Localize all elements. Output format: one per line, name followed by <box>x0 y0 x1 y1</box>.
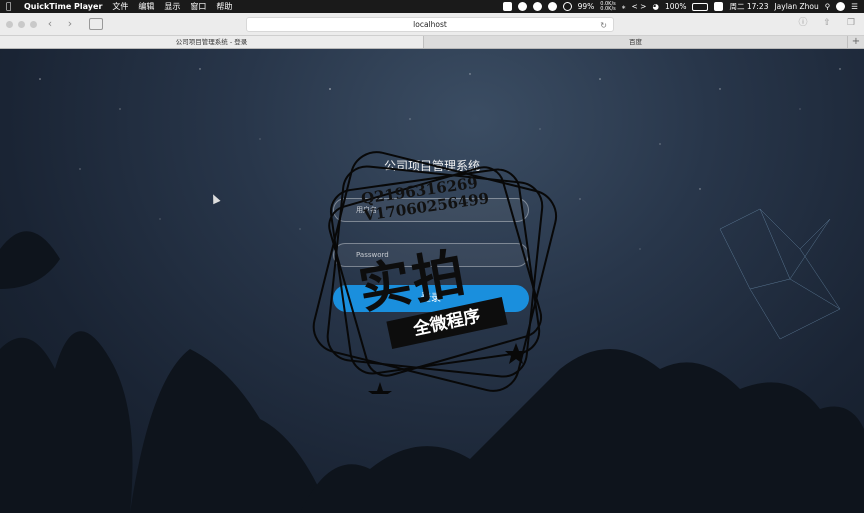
sidebar-toggle-icon[interactable] <box>89 18 103 30</box>
new-tab-icon[interactable]: + <box>848 36 864 48</box>
spotlight-icon[interactable]: ⚲ <box>825 2 831 11</box>
forward-icon[interactable]: › <box>63 17 77 31</box>
tab-login[interactable]: 公司项目管理系统 - 登录 <box>0 36 424 48</box>
system-menubar:  QuickTime Player 文件 编辑 显示 窗口 帮助 99% 0.… <box>0 0 864 13</box>
browser-toolbar: ‹ › localhost ↻ ⓘ ⇧ ❐ <box>0 13 864 36</box>
sync-icon[interactable] <box>714 2 724 11</box>
circle-icon[interactable] <box>562 2 572 11</box>
qq-icon[interactable] <box>532 2 542 11</box>
back-icon[interactable]: ‹ <box>43 17 57 31</box>
code-icon[interactable]: < > <box>632 2 647 11</box>
menu-view[interactable]: 显示 <box>164 1 180 12</box>
tab-baidu[interactable]: 百度 <box>424 36 848 48</box>
app-name-menu[interactable]: QuickTime Player <box>24 2 102 11</box>
zoom-window-icon[interactable] <box>30 20 37 28</box>
status-area: 99% 0.0K/s 0.0K/s ⁎ < > ◕ 100% 周二 17:23 … <box>502 1 858 12</box>
page-title: 公司项目管理系统 <box>383 159 480 173</box>
menu-window[interactable]: 窗口 <box>190 1 206 12</box>
apple-icon[interactable]:  <box>6 2 18 12</box>
address-bar[interactable]: localhost ↻ <box>246 17 614 32</box>
menu-file[interactable]: 文件 <box>112 1 128 12</box>
notification-icon[interactable] <box>547 2 557 11</box>
toolbar-right: ⓘ ⇧ ❐ <box>798 18 856 28</box>
reload-icon[interactable]: ↻ <box>600 19 607 33</box>
user-name[interactable]: Jaylan Zhou <box>774 2 818 11</box>
url-text: localhost <box>413 20 447 29</box>
battery-icon[interactable] <box>692 2 709 11</box>
battery-percent: 99% <box>577 2 595 11</box>
menu-edit[interactable]: 编辑 <box>138 1 154 12</box>
menu-help[interactable]: 帮助 <box>216 1 232 12</box>
wechat-icon[interactable] <box>517 2 527 11</box>
siri-icon[interactable] <box>836 2 846 11</box>
screen-record-icon[interactable] <box>502 2 512 11</box>
bluetooth-icon[interactable]: ⁎ <box>622 2 626 11</box>
info-icon[interactable]: ⓘ <box>798 18 808 28</box>
net-down: 0.0K/s <box>600 5 616 12</box>
constellation-graphic <box>719 208 841 340</box>
wifi-icon[interactable]: ◕ <box>652 2 659 11</box>
login-page: 公司项目管理系统 用户名 Password 登录 Q2196316269 V17… <box>0 49 864 513</box>
close-window-icon[interactable] <box>6 20 13 28</box>
window-controls <box>6 20 37 28</box>
minimize-window-icon[interactable] <box>18 20 25 28</box>
network-speed: 0.0K/s 0.0K/s <box>600 1 616 12</box>
clock[interactable]: 周二 17:23 <box>729 1 768 12</box>
tab-bar: 公司项目管理系统 - 登录 百度 + <box>0 36 864 49</box>
notification-center-icon[interactable]: ☰ <box>851 2 858 11</box>
share-icon[interactable]: ⇧ <box>822 18 832 28</box>
tabs-overview-icon[interactable]: ❐ <box>846 18 856 28</box>
wifi-battery: 100% <box>665 2 687 11</box>
